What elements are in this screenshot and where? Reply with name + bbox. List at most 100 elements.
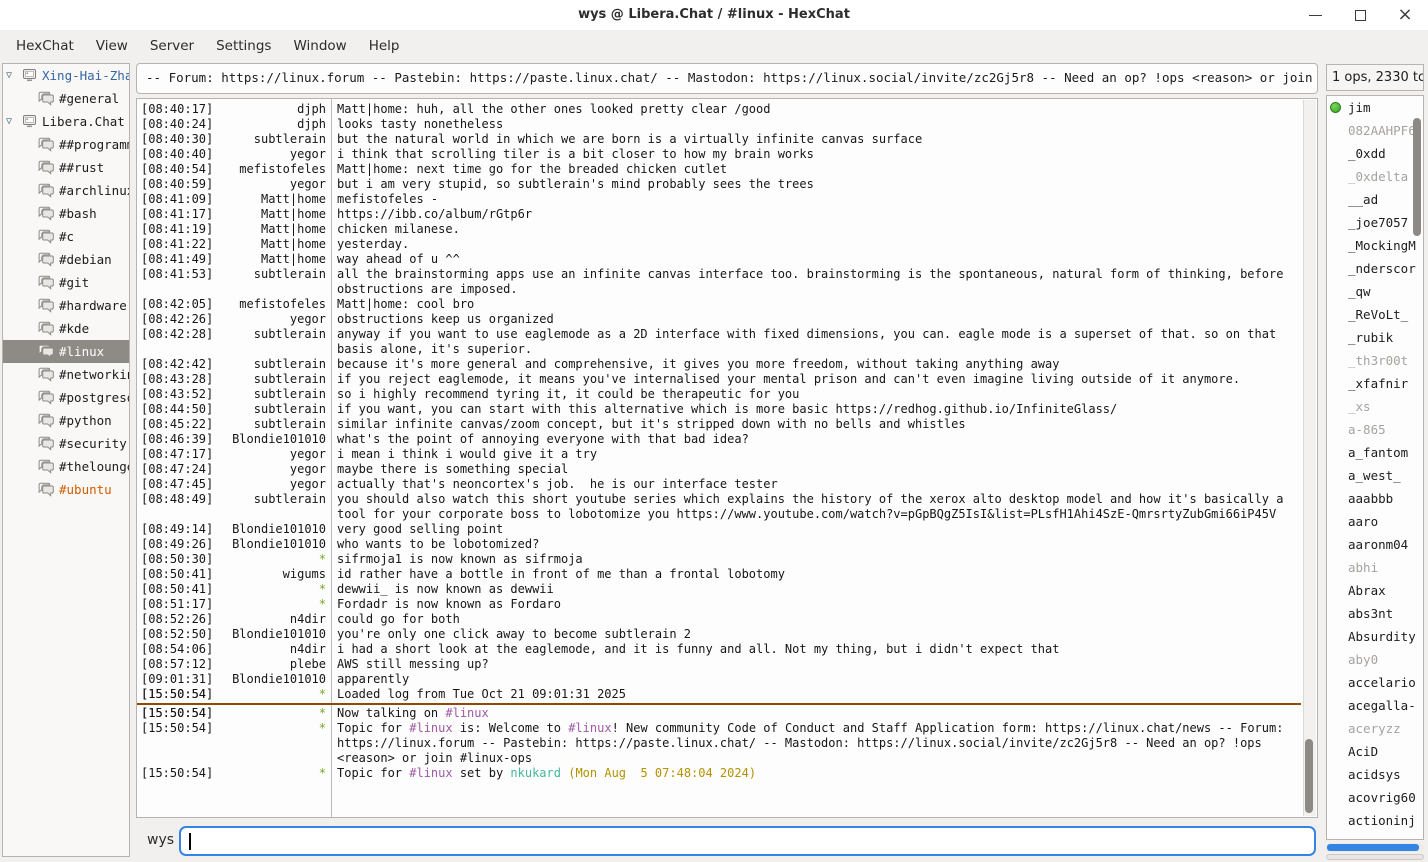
timestamp: [08:41:19] bbox=[141, 222, 213, 237]
tree-label: #general bbox=[59, 87, 119, 110]
tree-label: #bash bbox=[59, 202, 97, 225]
user-row-xs[interactable]: _xs bbox=[1327, 395, 1423, 418]
userlist-hscrollbar-track[interactable] bbox=[1326, 843, 1424, 852]
channel-row-kde[interactable]: #kde bbox=[3, 317, 129, 340]
message-text: anyway if you want to use eaglemode as a… bbox=[331, 327, 1301, 357]
user-row-nderscor[interactable]: _nderscor bbox=[1327, 257, 1423, 280]
timestamp: [08:41:49] bbox=[141, 252, 213, 267]
message-text: sifrmoja1 is now known as sifrmoja bbox=[331, 552, 1301, 567]
expander-icon[interactable]: ▽ bbox=[6, 64, 12, 87]
expander-icon[interactable]: ▽ bbox=[6, 110, 12, 133]
user-name: _ReVoLt_ bbox=[1348, 307, 1408, 322]
channel-row-security[interactable]: #security bbox=[3, 432, 129, 455]
user-row-actioninj[interactable]: actioninj bbox=[1327, 809, 1423, 832]
menu-item-server[interactable]: Server bbox=[139, 30, 205, 62]
user-row-qw[interactable]: _qw bbox=[1327, 280, 1423, 303]
menu-item-window[interactable]: Window bbox=[282, 30, 357, 62]
user-row-xfafnir[interactable]: _xfafnir bbox=[1327, 372, 1423, 395]
chat-scrollbar-track[interactable] bbox=[1303, 100, 1316, 816]
channel-row-thelounge[interactable]: #thelounge bbox=[3, 455, 129, 478]
user-row-abs3nt[interactable]: abs3nt bbox=[1327, 602, 1423, 625]
user-row-a-865[interactable]: a-865 bbox=[1327, 418, 1423, 441]
menu-item-view[interactable]: View bbox=[85, 30, 139, 62]
message-input[interactable] bbox=[179, 826, 1316, 856]
server-row-xing-hai-zhan[interactable]: ▽Xing-Hai-Zhan bbox=[3, 64, 129, 87]
user-row-aaronm04[interactable]: aaronm04 bbox=[1327, 533, 1423, 556]
user-row-acegalla[interactable]: acegalla- bbox=[1327, 694, 1423, 717]
channel-row-rust[interactable]: ##rust bbox=[3, 156, 129, 179]
channel-icon bbox=[38, 275, 55, 290]
minimize-button[interactable] bbox=[1298, 0, 1332, 30]
channel-row-bash[interactable]: #bash bbox=[3, 202, 129, 225]
user-row-abhi[interactable]: abhi bbox=[1327, 556, 1423, 579]
message-meta: [08:40:40]yegor bbox=[137, 147, 331, 162]
user-row-revolt[interactable]: _ReVoLt_ bbox=[1327, 303, 1423, 326]
user-row-th3r00t[interactable]: _th3r00t bbox=[1327, 349, 1423, 372]
channel-row-networking[interactable]: #networking bbox=[3, 363, 129, 386]
timestamp: [08:41:22] bbox=[141, 237, 213, 252]
user-row-acid[interactable]: AciD bbox=[1327, 740, 1423, 763]
timestamp: [08:40:17] bbox=[141, 102, 213, 117]
message-text: way ahead of u ^^ bbox=[331, 252, 1301, 267]
user-row-0xdd[interactable]: _0xdd bbox=[1327, 142, 1423, 165]
message-meta: [15:50:54]* bbox=[137, 766, 331, 781]
channel-icon bbox=[38, 298, 55, 313]
close-icon: × bbox=[1397, 6, 1412, 24]
user-row-a-west[interactable]: a_west_ bbox=[1327, 464, 1423, 487]
channel-row-linux[interactable]: #linux bbox=[3, 340, 129, 363]
user-row-absurdity[interactable]: Absurdity bbox=[1327, 625, 1423, 648]
user-row-jim[interactable]: jim bbox=[1327, 96, 1423, 119]
userlist-hscrollbar-thumb[interactable] bbox=[1327, 844, 1419, 851]
user-row-aceryzz[interactable]: aceryzz bbox=[1327, 717, 1423, 740]
user-row-acidsys[interactable]: acidsys bbox=[1327, 763, 1423, 786]
user-row-aaro[interactable]: aaro bbox=[1327, 510, 1423, 533]
user-row-accelario[interactable]: accelario bbox=[1327, 671, 1423, 694]
user-row-abrax[interactable]: Abrax bbox=[1327, 579, 1423, 602]
menu-item-settings[interactable]: Settings bbox=[205, 30, 282, 62]
user-row-rubik[interactable]: _rubik bbox=[1327, 326, 1423, 349]
chat-scrollbar-thumb[interactable] bbox=[1305, 739, 1313, 813]
message-meta: [08:57:12]plebe bbox=[137, 657, 331, 672]
menu-bar: HexChatViewServerSettingsWindowHelp bbox=[0, 30, 1428, 62]
channel-row-debian[interactable]: #debian bbox=[3, 248, 129, 271]
chat-message: [08:43:52]subtlerainso i highly recommen… bbox=[137, 387, 1301, 402]
channel-row-hardware[interactable]: #hardware bbox=[3, 294, 129, 317]
userlist-scrollbar-thumb[interactable] bbox=[1413, 118, 1421, 236]
channel-row-git[interactable]: #git bbox=[3, 271, 129, 294]
maximize-button[interactable] bbox=[1343, 0, 1377, 30]
user-row-acovrig60[interactable]: acovrig60 bbox=[1327, 786, 1423, 809]
tree-label: ##rust bbox=[59, 156, 104, 179]
user-row-a-fantom[interactable]: a_fantom bbox=[1327, 441, 1423, 464]
user-row-082aahpf6[interactable]: 082AAHPF6 bbox=[1327, 119, 1423, 142]
user-row-0xdelta[interactable]: _0xdelta bbox=[1327, 165, 1423, 188]
chat-message: [15:50:54]*Loaded log from Tue Oct 21 09… bbox=[137, 687, 1301, 702]
channel-row-postgresql[interactable]: #postgresql bbox=[3, 386, 129, 409]
message-meta: [08:40:24]djph bbox=[137, 117, 331, 132]
server-row-libera-chat[interactable]: ▽Libera.Chat bbox=[3, 110, 129, 133]
channel-row-programming[interactable]: ##programming bbox=[3, 133, 129, 156]
close-button[interactable]: × bbox=[1388, 0, 1422, 30]
user-row-aaabbb[interactable]: aaabbb bbox=[1327, 487, 1423, 510]
menu-item-help[interactable]: Help bbox=[358, 30, 411, 62]
user-row-mockingm[interactable]: _MockingM bbox=[1327, 234, 1423, 257]
menu-item-hexchat[interactable]: HexChat bbox=[5, 30, 85, 62]
channel-row-archlinux[interactable]: #archlinux bbox=[3, 179, 129, 202]
channel-row-general[interactable]: #general bbox=[3, 87, 129, 110]
topic-bar[interactable]: -- Forum: https://linux.forum -- Pastebi… bbox=[136, 63, 1318, 94]
channel-row-c[interactable]: #c bbox=[3, 225, 129, 248]
message-text: Matt|home: huh, all the other ones looke… bbox=[331, 102, 1301, 117]
pane-resize-groove[interactable] bbox=[1326, 854, 1424, 860]
chat-message: [08:52:26]n4dircould go for both bbox=[137, 612, 1301, 627]
message-meta: [08:42:26]yegor bbox=[137, 312, 331, 327]
user-row-ad[interactable]: __ad bbox=[1327, 188, 1423, 211]
user-name: Absurdity bbox=[1348, 629, 1416, 644]
channel-row-ubuntu[interactable]: #ubuntu bbox=[3, 478, 129, 501]
user-list: jim 082AAHPF6 _0xdd_0xdelta__ad_joe7057_Mo… bbox=[1326, 95, 1424, 840]
user-row-joe7057[interactable]: _joe7057 bbox=[1327, 211, 1423, 234]
user-name: 082AAHPF6 bbox=[1348, 123, 1416, 138]
user-name: aceryzz bbox=[1348, 721, 1401, 736]
channel-icon bbox=[38, 206, 55, 221]
chat-message: [15:50:54]*Topic for #linux is: Welcome … bbox=[137, 721, 1301, 766]
channel-row-python[interactable]: #python bbox=[3, 409, 129, 432]
user-row-aby0[interactable]: aby0 bbox=[1327, 648, 1423, 671]
